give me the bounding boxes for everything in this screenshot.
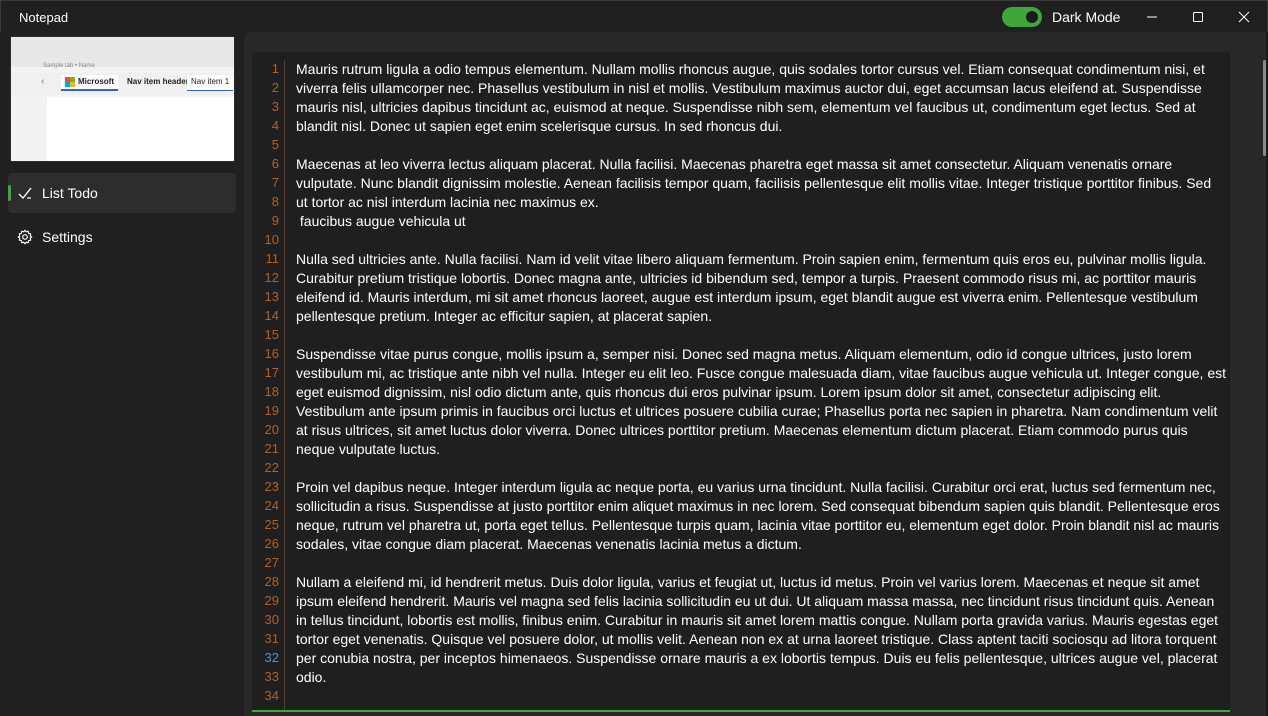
active-indicator: [8, 185, 11, 201]
sidebar: Sample tab • Name ‹ Microsoft Nav item h…: [0, 32, 244, 716]
line-number: 13: [264, 289, 279, 304]
text-line: vestibulum mi, ac tristique ante nibh ve…: [296, 365, 1226, 381]
text-line: neque, rutrum vel pharetra ut, porta ege…: [296, 517, 1219, 533]
title-bar: Notepad Dark Mode: [0, 0, 1268, 32]
text-line: Nullam a eleifend mi, id hendrerit metus…: [296, 574, 1200, 590]
line-number: 30: [264, 612, 279, 627]
text-line: ut tortor ac nisl interdum lacinia nec m…: [296, 194, 599, 210]
text-line: at risus ultrices, sit amet luctus dolor…: [296, 422, 1188, 438]
line-number: 22: [264, 460, 279, 475]
minimize-button[interactable]: [1129, 1, 1175, 33]
app-title: Notepad: [19, 10, 69, 25]
close-button[interactable]: [1221, 1, 1267, 33]
text-line: sodales, vitae congue diam placerat. Mae…: [296, 536, 802, 552]
line-number: 15: [264, 327, 279, 342]
line-number: 17: [264, 365, 279, 380]
text-line: sollicitudin a risus. Suspendisse at jus…: [296, 498, 1220, 514]
dark-mode-toggle[interactable]: [1002, 7, 1042, 27]
thumbnail-caption: Sample tab • Name: [43, 63, 95, 69]
line-number: 23: [264, 479, 279, 494]
text-line: Curabitur pretium tristique lobortis. Do…: [296, 270, 1197, 286]
text-line: Mauris rutrum ligula a odio tempus eleme…: [296, 61, 1205, 77]
line-number: 27: [264, 555, 279, 570]
line-number: 16: [264, 346, 279, 361]
line-number: 24: [264, 498, 279, 513]
text-line: in tellus tincidunt, lobortis est mollis…: [296, 612, 1219, 628]
text-line: viverra felis ullamcorper nec. Phasellus…: [296, 80, 1202, 96]
line-number: 26: [264, 536, 279, 551]
line-number: 2: [271, 80, 279, 95]
line-number: 33: [264, 669, 279, 684]
microsoft-logo-icon: [65, 77, 75, 87]
text-line: neque vulputate luctus.: [296, 441, 440, 457]
text-line: pellentesque pretium. Integer ac efficit…: [296, 308, 713, 324]
thumbnail-tab-item: Nav item 1: [187, 75, 234, 91]
text-line: eget euismod dignissim, nisl odio dictum…: [296, 384, 1162, 400]
line-number: 14: [264, 308, 279, 323]
line-number: 31: [264, 631, 279, 646]
line-number: 34: [264, 688, 279, 703]
text-editor[interactable]: 1 2 3 4 5 6 7 8 9 10 11 12 13 14 15 16 17 18 19 20 21 22 23 24 2…: [252, 52, 1230, 712]
text-line: tortor eget venenatis. Quisque vel posue…: [296, 631, 1217, 647]
line-number: 7: [271, 175, 279, 190]
text-line: Suspendisse vitae purus congue, mollis i…: [296, 346, 1192, 362]
page-thumbnail[interactable]: Sample tab • Name ‹ Microsoft Nav item h…: [10, 36, 235, 162]
text-line: Vestibulum ante ipsum primis in faucibus…: [296, 403, 1218, 419]
thumbnail-tab-label: Microsoft: [78, 77, 114, 87]
thumbnail-tab-microsoft: Microsoft: [61, 75, 118, 91]
line-number: 12: [264, 270, 279, 285]
text-line: mauris nisl, ultricies dapibus tincidunt…: [296, 99, 1196, 115]
line-number: 29: [264, 593, 279, 608]
line-number: 3: [271, 99, 279, 114]
line-number: 18: [264, 384, 279, 399]
maximize-button[interactable]: [1175, 1, 1221, 33]
line-number: 10: [264, 232, 279, 247]
line-number: 5: [271, 137, 279, 152]
line-number: 20: [264, 422, 279, 437]
line-number: 4: [271, 118, 279, 133]
sidebar-item-label: List Todo: [42, 185, 98, 201]
thumbnail-tab-header: Nav item header: [127, 77, 189, 86]
scrollbar-thumb[interactable]: [1263, 60, 1266, 156]
content-area: 1 2 3 4 5 6 7 8 9 10 11 12 13 14 15 16 17 18 19 20 21 22 23 24 2…: [244, 32, 1268, 716]
line-number: 28: [264, 574, 279, 589]
line-number: 25: [264, 517, 279, 532]
sidebar-item-settings[interactable]: Settings: [8, 217, 236, 257]
maximize-icon: [1193, 12, 1203, 22]
line-number: 1: [271, 61, 279, 76]
text-line: blandit nisl. Donec ut sapien eget enim …: [296, 118, 783, 134]
line-number: 19: [264, 403, 279, 418]
text-line: vulputate. Nunc blandit dignissim molest…: [296, 175, 1212, 191]
text-line: Proin vel dapibus neque. Integer interdu…: [296, 479, 1216, 495]
toggle-knob: [1026, 11, 1038, 23]
line-number: 9: [271, 213, 279, 228]
text-line: eleifend id. Mauris interdum, mi sit ame…: [296, 289, 1198, 305]
dark-mode-label: Dark Mode: [1052, 9, 1121, 25]
text-line: ipsum eleifend hendrerit. Mauris vel mag…: [296, 593, 1215, 609]
thumbnail-body: [47, 97, 234, 161]
line-number: 11: [265, 251, 280, 266]
sidebar-item-list-todo[interactable]: List Todo: [8, 173, 236, 213]
text-line: Nulla sed ultricies ante. Nulla facilisi…: [296, 251, 1207, 267]
sidebar-item-label: Settings: [42, 229, 93, 245]
text-line: Maecenas at leo viverra lectus aliquam p…: [296, 156, 1173, 172]
gear-icon: [17, 229, 33, 245]
line-number: 8: [271, 194, 279, 209]
text-line: odio.: [296, 669, 327, 685]
line-number: 6: [271, 156, 279, 171]
editor-focus-underline: [252, 710, 1230, 712]
line-number: 21: [264, 441, 279, 456]
close-icon: [1238, 11, 1250, 23]
checkmark-icon: [18, 187, 32, 200]
text-line: per conubia nostra, per inceptos himenae…: [296, 650, 1218, 666]
text-line: faucibus augue vehicula ut: [296, 213, 466, 229]
line-number: 32: [264, 650, 279, 665]
line-number-gutter: 1 2 3 4 5 6 7 8 9 10 11 12 13 14 15 16 17 18 19 20 21 22 23 24 2…: [252, 60, 285, 712]
minimize-icon: [1147, 16, 1157, 18]
thumbnail-back-icon: ‹: [41, 76, 45, 87]
